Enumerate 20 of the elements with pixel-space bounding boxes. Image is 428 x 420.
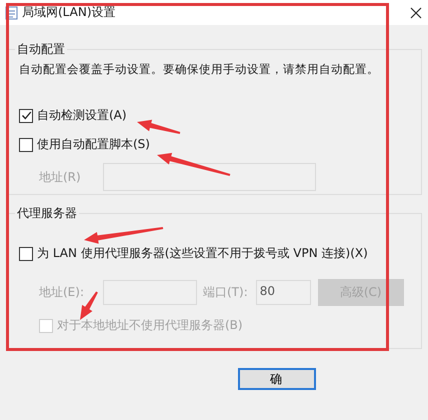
checkbox[interactable] bbox=[19, 108, 33, 122]
ok-button[interactable]: 确 bbox=[238, 368, 316, 390]
description-text: 自动配置会覆盖手动设置。要确保使用手动设置，请禁用自动配置。 bbox=[19, 62, 380, 77]
arrow-icon bbox=[137, 120, 180, 134]
field-label: 地址(R) bbox=[39, 168, 82, 186]
arrow-icon bbox=[84, 227, 164, 244]
checkbox[interactable] bbox=[19, 138, 33, 152]
field-label: 端口(T): bbox=[203, 284, 248, 301]
checkbox[interactable] bbox=[19, 246, 33, 260]
arrow-icon bbox=[157, 152, 230, 176]
checkbox-label: 使用自动配置脚本(S) bbox=[37, 136, 150, 153]
close-icon[interactable] bbox=[410, 6, 422, 18]
checkbox-label: 为 LAN 使用代理服务器(这些设置不用于拨号或 VPN 连接)(X) bbox=[37, 245, 368, 262]
group-title: 代理服务器 bbox=[16, 205, 78, 222]
checkbox-label: 对于本地地址不使用代理服务器(B) bbox=[57, 317, 243, 334]
window-title: 局域网(LAN)设置 bbox=[22, 4, 117, 21]
checkbox-label: 自动检测设置(A) bbox=[37, 107, 127, 124]
field-label: 地址(E): bbox=[39, 284, 85, 301]
address-field[interactable] bbox=[103, 163, 316, 191]
group-title: 自动配置 bbox=[16, 41, 66, 58]
